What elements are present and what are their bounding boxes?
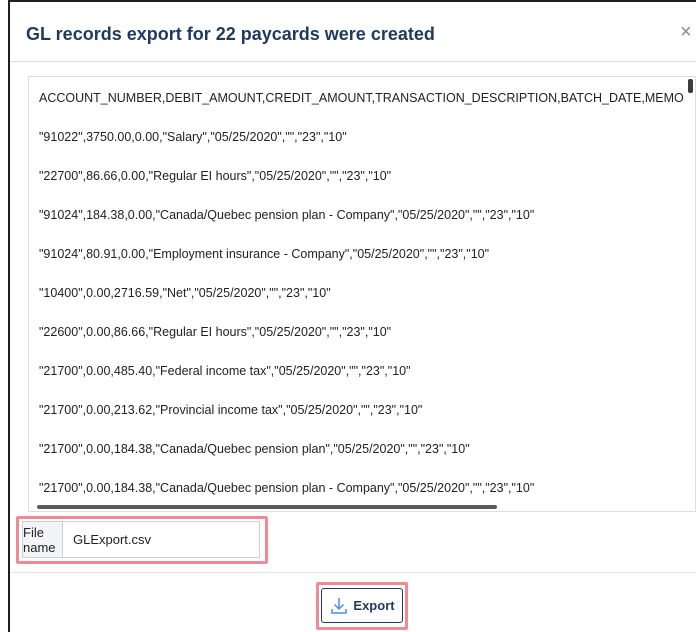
export-line: "22700",86.66,0.00,"Regular EI hours","0… <box>39 169 392 183</box>
export-line: "21700",0.00,485.40,"Federal income tax"… <box>39 364 411 378</box>
horizontal-scrollbar[interactable] <box>37 505 497 509</box>
filename-field-group: File name <box>22 521 260 558</box>
export-line: "21700",0.00,184.38,"Canada/Quebec pensi… <box>39 442 470 456</box>
export-line: "91024",80.91,0.00,"Employment insurance… <box>39 247 490 261</box>
export-line: "21700",0.00,184.38,"Canada/Quebec pensi… <box>39 481 535 495</box>
filename-label: File name <box>23 522 63 557</box>
export-button-label: Export <box>353 598 395 613</box>
export-line: "22600",0.00,86.66,"Regular EI hours","0… <box>39 325 392 339</box>
vertical-scrollbar[interactable] <box>688 79 693 93</box>
filename-input[interactable] <box>63 522 259 557</box>
export-line: "10400",0.00,2716.59,"Net","05/25/2020",… <box>39 286 331 300</box>
close-icon[interactable]: × <box>680 22 696 42</box>
footer-divider <box>10 572 696 573</box>
export-line: "91022",3750.00,0.00,"Salary","05/25/202… <box>39 130 347 144</box>
export-dialog: GL records export for 22 paycards were c… <box>10 2 696 632</box>
dialog-title: GL records export for 22 paycards were c… <box>26 24 435 44</box>
export-preview[interactable]: ACCOUNT_NUMBER,DEBIT_AMOUNT,CREDIT_AMOUN… <box>28 76 696 512</box>
export-line: "21700",0.00,213.62,"Provincial income t… <box>39 403 423 417</box>
dialog-header: GL records export for 22 paycards were c… <box>10 2 696 62</box>
download-icon <box>329 596 349 616</box>
export-lines: ACCOUNT_NUMBER,DEBIT_AMOUNT,CREDIT_AMOUN… <box>39 90 695 511</box>
export-button[interactable]: Export <box>321 588 403 623</box>
export-line: "91024",184.38,0.00,"Canada/Quebec pensi… <box>39 208 535 222</box>
export-line: ACCOUNT_NUMBER,DEBIT_AMOUNT,CREDIT_AMOUN… <box>39 91 684 105</box>
